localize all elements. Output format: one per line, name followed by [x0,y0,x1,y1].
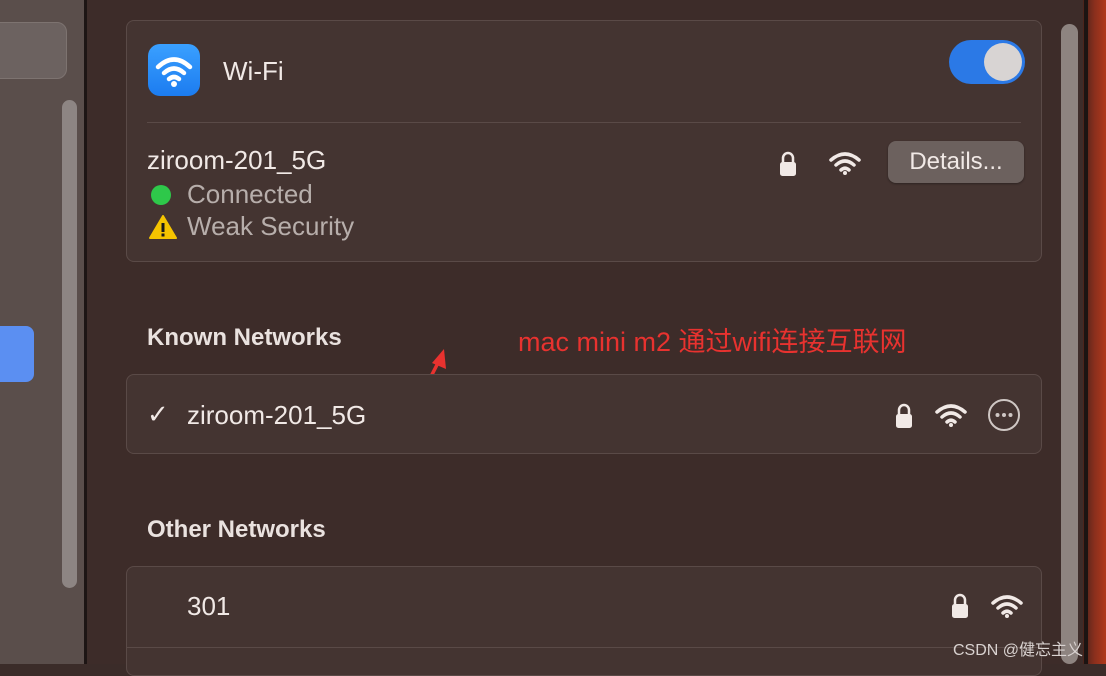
lock-icon [896,403,912,428]
divider [127,647,1041,648]
sidebar-search-field[interactable] [0,22,67,79]
wifi-signal-icon [935,404,967,427]
main-scrollbar[interactable] [1061,24,1078,664]
connection-status-label: Connected [187,179,313,209]
security-status: Weak Security [149,211,354,242]
connection-status: Connected [149,179,313,210]
known-network-name: ziroom-201_5G [187,400,367,430]
wifi-signal-icon [991,595,1023,618]
lock-icon [952,593,968,618]
window-edge-line [1084,0,1088,664]
known-networks-title: Known Networks [147,324,342,351]
wifi-title: Wi-Fi [223,56,284,86]
warning-icon [149,214,177,239]
wifi-app-icon [148,44,200,96]
more-options-icon[interactable] [987,398,1021,432]
checkmark-icon: ✓ [147,399,169,429]
known-networks-list: ✓ ziroom-201_5G [126,374,1042,454]
other-networks-list: 301 [126,566,1042,676]
wifi-card: Wi-Fi ziroom-201_5G Connected Weak Secur… [126,20,1042,262]
wifi-signal-icon [829,152,861,175]
current-network-name: ziroom-201_5G [147,145,327,175]
wifi-toggle[interactable] [949,40,1025,84]
watermark: CSDN @健忘主义 [953,642,1084,659]
lock-icon [780,151,796,176]
annotation-text: mac mini m2 通过wifi连接互联网 [518,327,907,357]
sidebar-selected-item[interactable] [0,326,34,382]
known-network-row[interactable]: ✓ ziroom-201_5G [127,375,1041,453]
sidebar [0,0,84,664]
connected-indicator [151,184,171,205]
other-network-name: 301 [187,591,231,621]
sidebar-scrollbar[interactable] [62,100,77,588]
details-button[interactable]: Details... [888,141,1024,183]
other-networks-title: Other Networks [147,516,326,543]
other-network-row[interactable]: 301 [127,567,1041,647]
security-status-label: Weak Security [187,211,355,241]
divider [147,122,1021,123]
toggle-knob [984,43,1022,81]
